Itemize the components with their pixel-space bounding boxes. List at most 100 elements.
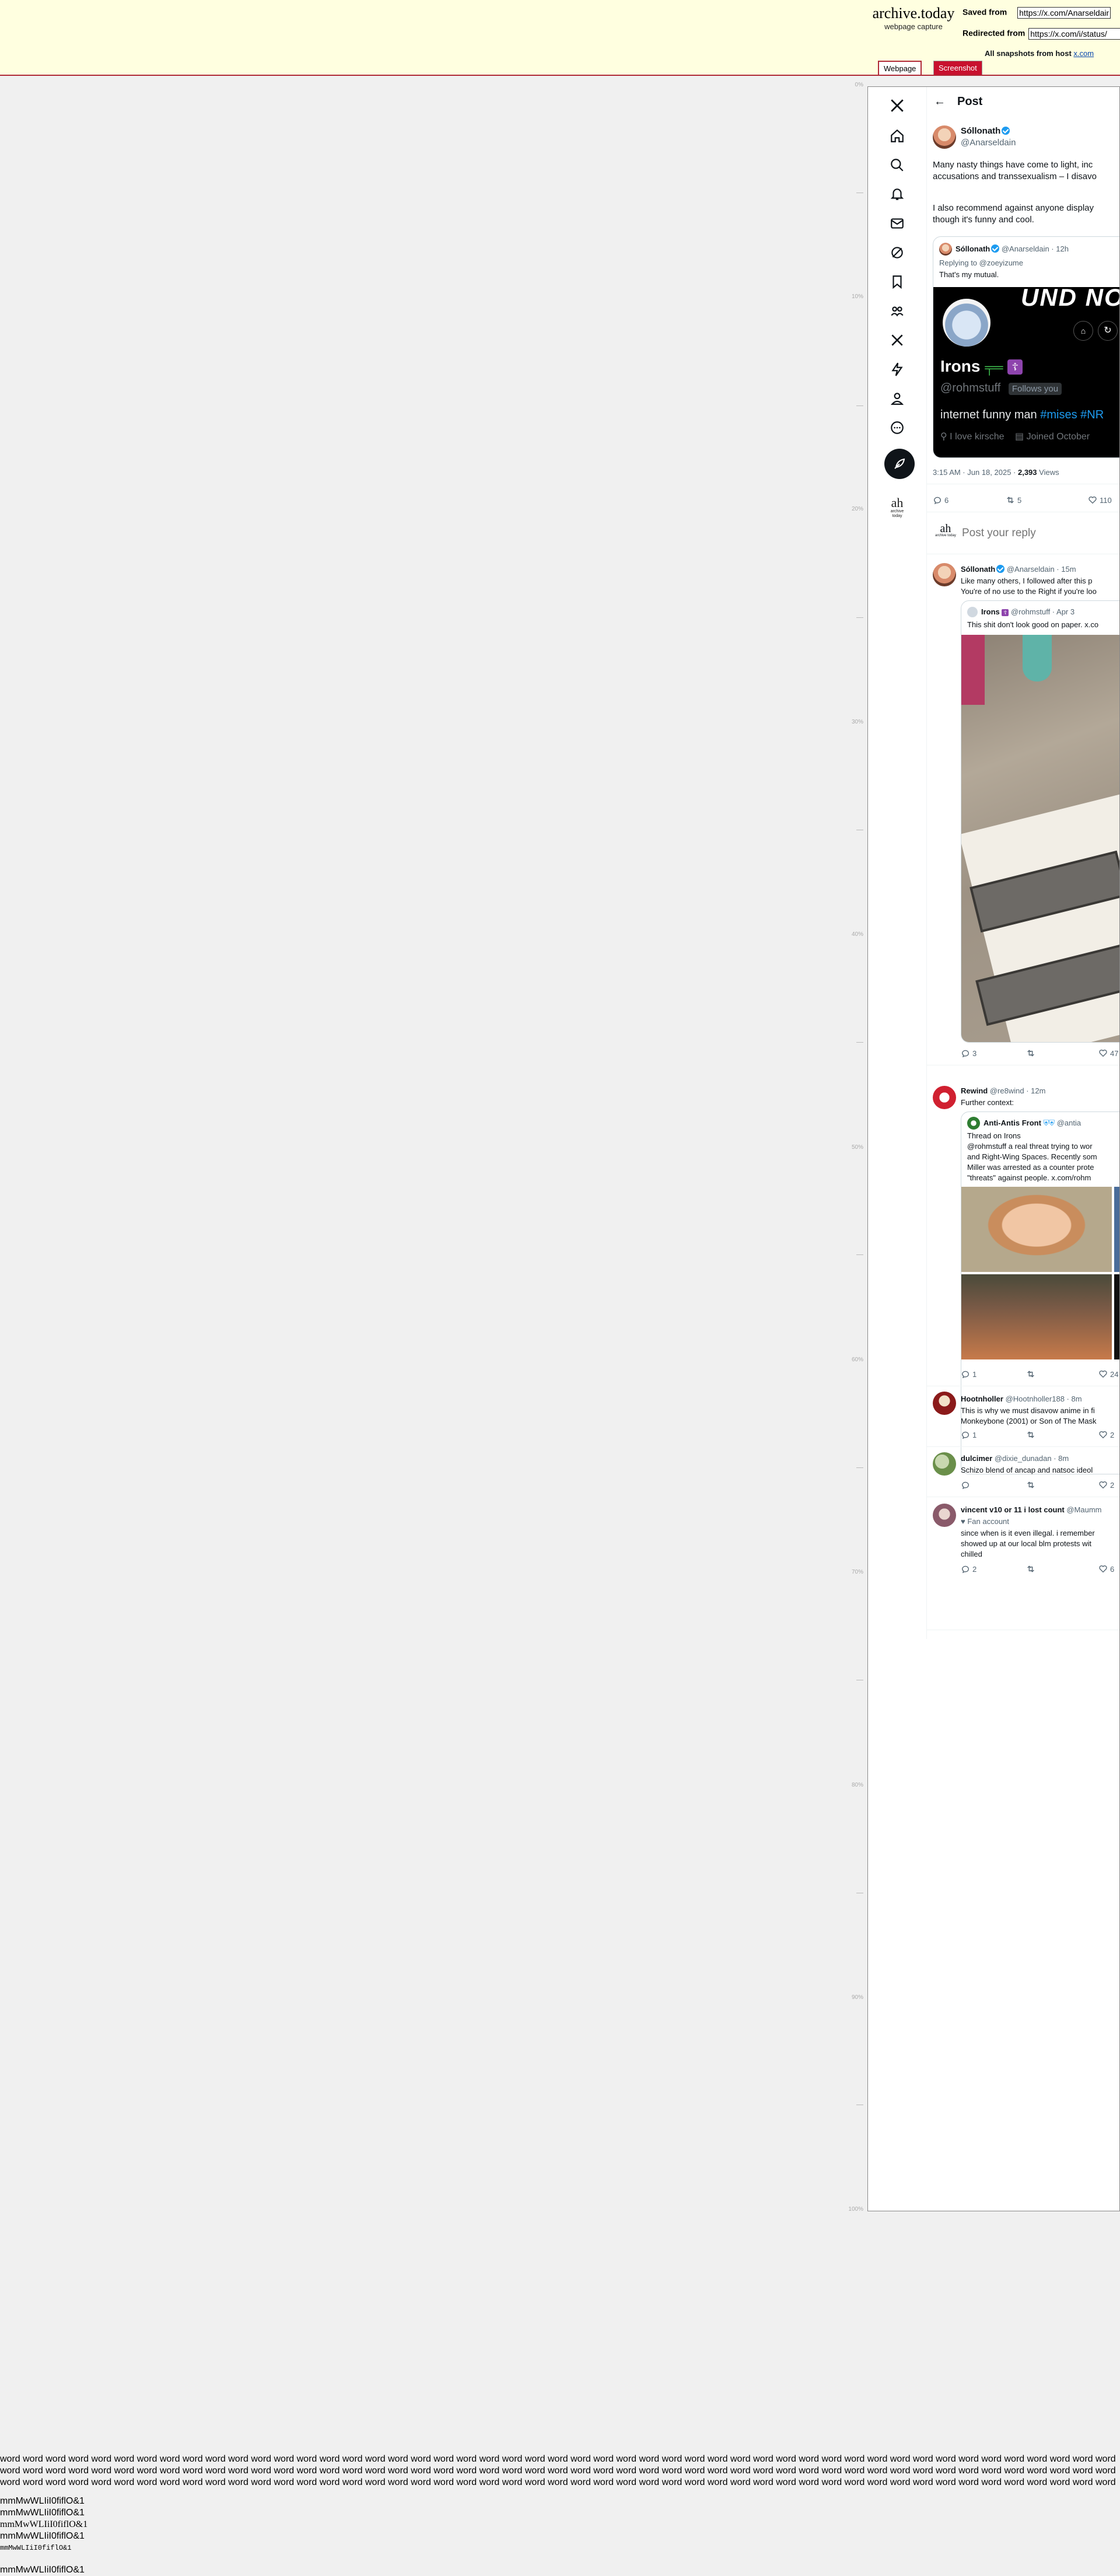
ruler-dash [856,1042,863,1043]
account-switcher-avatar[interactable]: ah archive today [886,497,909,522]
font-test-block: word word word word word word word word … [0,2453,1120,2576]
reply-author-row[interactable]: Sóllonath @Anarseldain · 15m [961,564,1076,574]
repost-button[interactable] [1026,1480,1035,1490]
bookmark-icon[interactable] [887,271,908,292]
tab-webpage[interactable]: Webpage [878,61,922,75]
reply-count: 1 [972,1369,977,1379]
like-button[interactable]: 2 [1098,1480,1114,1490]
reply-text: since when is it even illegal. i remembe… [961,1529,1095,1537]
repost-button[interactable] [1026,1048,1035,1058]
home-icon[interactable] [887,125,908,146]
reply-author[interactable]: Sóllonath [961,565,995,574]
archive-site-name[interactable]: archive.today [865,5,962,22]
quoted-post-card[interactable]: Sóllonath @Anarseldain · 12h Replying to… [933,236,1119,458]
page-title: Post [957,95,983,108]
reply-meta: @dixie_dunadan · 8m [994,1454,1069,1463]
saved-from-url-field[interactable] [1017,7,1111,19]
profile-screenshot-image: UND NO ⌂ ↻ Irons ╤═ ☦ @rohmstuff Follows… [933,287,1119,457]
saved-from-label: Saved from [963,7,1007,17]
reply-button[interactable] [961,1480,970,1490]
tab-screenshot[interactable]: Screenshot [933,61,982,75]
main-post-handle[interactable]: @Anarseldain [961,137,1016,149]
more-icon[interactable] [887,417,908,438]
avatar[interactable] [933,563,956,586]
quoted-author: Irons [981,607,1000,616]
ruler-label: 50% [851,1144,863,1151]
reply-button[interactable]: 6 [933,495,949,505]
like-button[interactable]: 24 [1098,1369,1118,1379]
font-test-line: mmMwWLIiI0fiflO&1 [0,2565,85,2575]
font-test-line: mmMwWLIiI0fiflO&1 [0,2496,85,2506]
avatar[interactable] [933,1392,956,1415]
redirected-from-url-field[interactable] [1028,28,1120,40]
font-test-line: mmMwWLIiI0fiflO&1 [0,2508,85,2518]
back-arrow-icon[interactable]: ← [934,95,946,109]
reply-author[interactable]: vincent v10 or 11 i lost count [961,1505,1065,1514]
search-icon[interactable] [887,155,908,176]
reply-button[interactable]: 3 [961,1048,977,1058]
saved-from-row: Saved from [963,7,1111,19]
compose-post-button[interactable] [884,449,915,479]
archive-logo[interactable]: archive.today webpage capture [865,5,962,31]
quoted-meta: @antia [1056,1119,1082,1127]
post-timestamp[interactable]: 3:15 AM · Jun 18, 2025 · [933,468,1018,477]
reply-button[interactable]: 1 [961,1430,977,1439]
like-button[interactable]: 6 [1098,1564,1114,1574]
reply-author-row[interactable]: Hootnholler @Hootnholler188 · 8m [961,1394,1082,1404]
like-button[interactable]: 2 [1098,1430,1114,1439]
lightning-icon[interactable] [887,359,908,380]
reply-button[interactable]: 2 [961,1564,977,1574]
ruler-label: 80% [851,1782,863,1788]
mail-icon[interactable] [887,213,908,234]
heart-icon [1099,1050,1107,1057]
like-button[interactable]: 110 [1088,495,1112,505]
reply-author-row[interactable]: vincent v10 or 11 i lost count @Maumm [961,1505,1102,1515]
main-post-author[interactable]: Sóllonath [961,126,1000,136]
main-post-text: though it's funny and cool. [933,215,1034,225]
bell-icon[interactable] [887,184,908,205]
reply-author[interactable]: Rewind [961,1086,988,1095]
repost-button[interactable] [1026,1369,1035,1379]
avatar[interactable] [933,125,956,149]
follows-you-badge: Follows you [1008,383,1062,395]
x-logo-icon[interactable] [887,95,908,116]
communities-icon[interactable] [887,300,908,321]
ruler-label: 0% [855,82,863,88]
quoted-post-card[interactable]: Irons ☦ @rohmstuff · Apr 3 This shit don… [961,600,1119,1043]
reply-author[interactable]: Hootnholler [961,1394,1003,1403]
grok-icon[interactable] [887,242,908,263]
reply-author-row[interactable]: dulcimer @dixie_dunadan · 8m [961,1453,1069,1463]
reply-icon [961,1371,969,1379]
reply-input[interactable] [961,526,1118,541]
like-button[interactable]: 47 [1098,1048,1118,1058]
repost-button[interactable]: 5 [1006,495,1021,505]
profile-icon[interactable] [887,388,908,409]
main-post-text: accusations and transsexualism – I disav… [933,172,1097,181]
reply-author-row[interactable]: Rewind @re8wind · 12m [961,1086,1045,1096]
quoted-text: and Right-Wing Spaces. Recently som [967,1152,1097,1161]
avatar[interactable] [933,1086,956,1109]
avatar[interactable] [933,1504,956,1527]
repost-icon [1027,1371,1034,1378]
reply-text: You're of no use to the Right if you're … [961,587,1097,596]
avatar [939,243,952,256]
heart-icon [1088,497,1097,504]
all-snapshots-host-link[interactable]: x.com [1073,49,1094,58]
repost-button[interactable] [1026,1430,1035,1439]
ruler-label: 30% [851,719,863,725]
post-timestamp-row: 3:15 AM · Jun 18, 2025 · 2,393 Views [933,467,1059,477]
ruler-dash [856,1467,863,1468]
premium-icon[interactable] [887,330,908,351]
quoted-text: @rohmstuff a real threat trying to wor [967,1142,1093,1151]
reply-author[interactable]: dulcimer [961,1454,992,1463]
main-post-author-row[interactable]: Sóllonath [961,125,1010,137]
gift-icon: ⌂ [1073,321,1093,341]
font-test-words: word word word word word word word word … [0,2454,1116,2487]
like-count: 24 [1110,1369,1119,1379]
like-count: 2 [1110,1480,1115,1490]
redirected-from-label: Redirected from [963,28,1026,38]
avatar[interactable] [933,1452,956,1476]
reply-icon [961,1481,969,1490]
repost-button[interactable] [1026,1564,1035,1574]
reply-button[interactable]: 1 [961,1369,977,1379]
